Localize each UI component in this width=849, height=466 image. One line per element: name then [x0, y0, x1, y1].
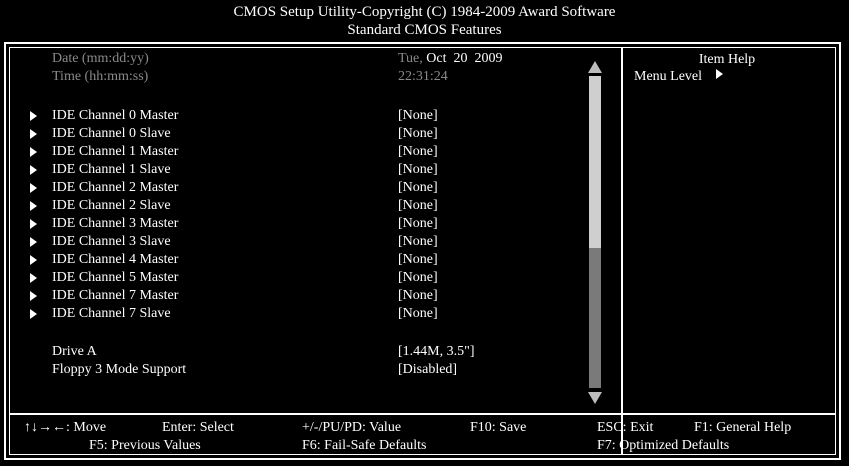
submenu-arrow-icon: [30, 255, 37, 265]
submenu-arrow-icon: [30, 291, 37, 301]
menu-level: Menu Level: [634, 68, 724, 86]
ide-channel-item[interactable]: IDE Channel 0 Slave [None]: [0, 125, 590, 143]
item-help-title: Item Help: [698, 52, 756, 67]
title-line-1: CMOS Setup Utility-Copyright (C) 1984-20…: [233, 4, 616, 20]
ide-channel-value: [None]: [398, 306, 438, 321]
ide-channel-label: IDE Channel 4 Master: [52, 252, 179, 267]
ide-channel-item[interactable]: IDE Channel 1 Slave [None]: [0, 161, 590, 179]
floppy-mode-row[interactable]: Floppy 3 Mode Support [Disabled]: [0, 361, 590, 379]
ide-channel-value: [None]: [398, 198, 438, 213]
date-row[interactable]: Date (mm:dd:yy) Tue, Oct 20 2009: [0, 50, 590, 68]
ide-channel-item[interactable]: IDE Channel 2 Master [None]: [0, 179, 590, 197]
ide-channel-label: IDE Channel 3 Master: [52, 216, 179, 231]
help-divider: [621, 48, 623, 454]
submenu-arrow-icon: [30, 183, 37, 193]
ide-channel-label: IDE Channel 7 Slave: [52, 306, 171, 321]
ide-channel-item[interactable]: IDE Channel 3 Master [None]: [0, 215, 590, 233]
footer-failsafe: F6: Fail-Safe Defaults: [302, 438, 427, 453]
drive-a-value[interactable]: [1.44M, 3.5"]: [398, 343, 475, 361]
ide-channel-value: [None]: [398, 126, 438, 141]
ide-channel-label: IDE Channel 0 Slave: [52, 126, 171, 141]
date-label: Date (mm:dd:yy): [52, 51, 149, 66]
ide-channel-item[interactable]: IDE Channel 1 Master [None]: [0, 143, 590, 161]
menu-level-label: Menu Level: [634, 69, 703, 84]
drive-a-label: Drive A: [52, 344, 97, 359]
ide-channel-label: IDE Channel 2 Slave: [52, 198, 171, 213]
ide-channel-item[interactable]: IDE Channel 2 Slave [None]: [0, 197, 590, 215]
footer-previous: F5: Previous Values: [89, 438, 201, 453]
ide-channel-value: [None]: [398, 234, 438, 249]
ide-channel-label: IDE Channel 7 Master: [52, 288, 179, 303]
footer-value: +/-/PU/PD: Value: [302, 420, 402, 435]
date-value[interactable]: Tue, Oct 20 2009: [398, 50, 503, 68]
ide-channel-value: [None]: [398, 162, 438, 177]
menu-level-arrow-icon: [716, 69, 724, 79]
ide-channel-label: IDE Channel 1 Slave: [52, 162, 171, 177]
submenu-arrow-icon: [30, 165, 37, 175]
ide-channel-value: [None]: [398, 144, 438, 159]
submenu-arrow-icon: [30, 147, 37, 157]
ide-channel-value: [None]: [398, 108, 438, 123]
submenu-arrow-icon: [30, 111, 37, 121]
footer-optimized: F7: Optimized Defaults: [597, 438, 730, 453]
submenu-arrow-icon: [30, 273, 37, 283]
ide-channel-label: IDE Channel 1 Master: [52, 144, 179, 159]
time-label: Time (hh:mm:ss): [52, 69, 149, 84]
submenu-arrow-icon: [30, 219, 37, 229]
submenu-arrow-icon: [30, 201, 37, 211]
footer-enter: Enter: Select: [162, 420, 234, 435]
footer-save: F10: Save: [470, 420, 527, 435]
submenu-arrow-icon: [30, 129, 37, 139]
ide-channel-label: IDE Channel 3 Slave: [52, 234, 171, 249]
ide-channel-item[interactable]: IDE Channel 0 Master [None]: [0, 107, 590, 125]
ide-channel-item[interactable]: IDE Channel 7 Slave [None]: [0, 305, 590, 323]
ide-channel-item[interactable]: IDE Channel 5 Master [None]: [0, 269, 590, 287]
time-value[interactable]: 22:31:24: [398, 68, 448, 86]
ide-channel-value: [None]: [398, 270, 438, 285]
date-day: Tue,: [398, 51, 423, 66]
window-title: CMOS Setup Utility-Copyright (C) 1984-20…: [0, 3, 849, 39]
floppy-mode-value[interactable]: [Disabled]: [398, 361, 457, 379]
title-line-2: Standard CMOS Features: [347, 22, 502, 38]
ide-channel-label: IDE Channel 0 Master: [52, 108, 179, 123]
ide-channel-item[interactable]: IDE Channel 4 Master [None]: [0, 251, 590, 269]
ide-channel-value: [None]: [398, 252, 438, 267]
ide-channel-item[interactable]: IDE Channel 7 Master [None]: [0, 287, 590, 305]
date-text[interactable]: Oct 20 2009: [426, 51, 502, 66]
ide-channel-value: [None]: [398, 216, 438, 231]
footer-divider: [10, 413, 835, 415]
drive-a-row[interactable]: Drive A [1.44M, 3.5"]: [0, 343, 590, 361]
scrollbar-thumb[interactable]: [589, 76, 601, 248]
ide-channel-value: [None]: [398, 180, 438, 195]
ide-channel-value: [None]: [398, 288, 438, 303]
scroll-up-arrow-icon[interactable]: [588, 61, 602, 73]
footer-move: ↑↓→←: Move: [24, 420, 107, 435]
ide-channel-label: IDE Channel 5 Master: [52, 270, 179, 285]
scroll-down-arrow-icon[interactable]: [588, 392, 602, 404]
submenu-arrow-icon: [30, 237, 37, 247]
footer-exit: ESC: Exit: [597, 420, 654, 435]
ide-channel-label: IDE Channel 2 Master: [52, 180, 179, 195]
floppy-mode-label: Floppy 3 Mode Support: [52, 362, 187, 377]
ide-channel-item[interactable]: IDE Channel 3 Slave [None]: [0, 233, 590, 251]
time-row[interactable]: Time (hh:mm:ss) 22:31:24: [0, 68, 590, 86]
footer-help: F1: General Help: [694, 420, 792, 435]
submenu-arrow-icon: [30, 309, 37, 319]
